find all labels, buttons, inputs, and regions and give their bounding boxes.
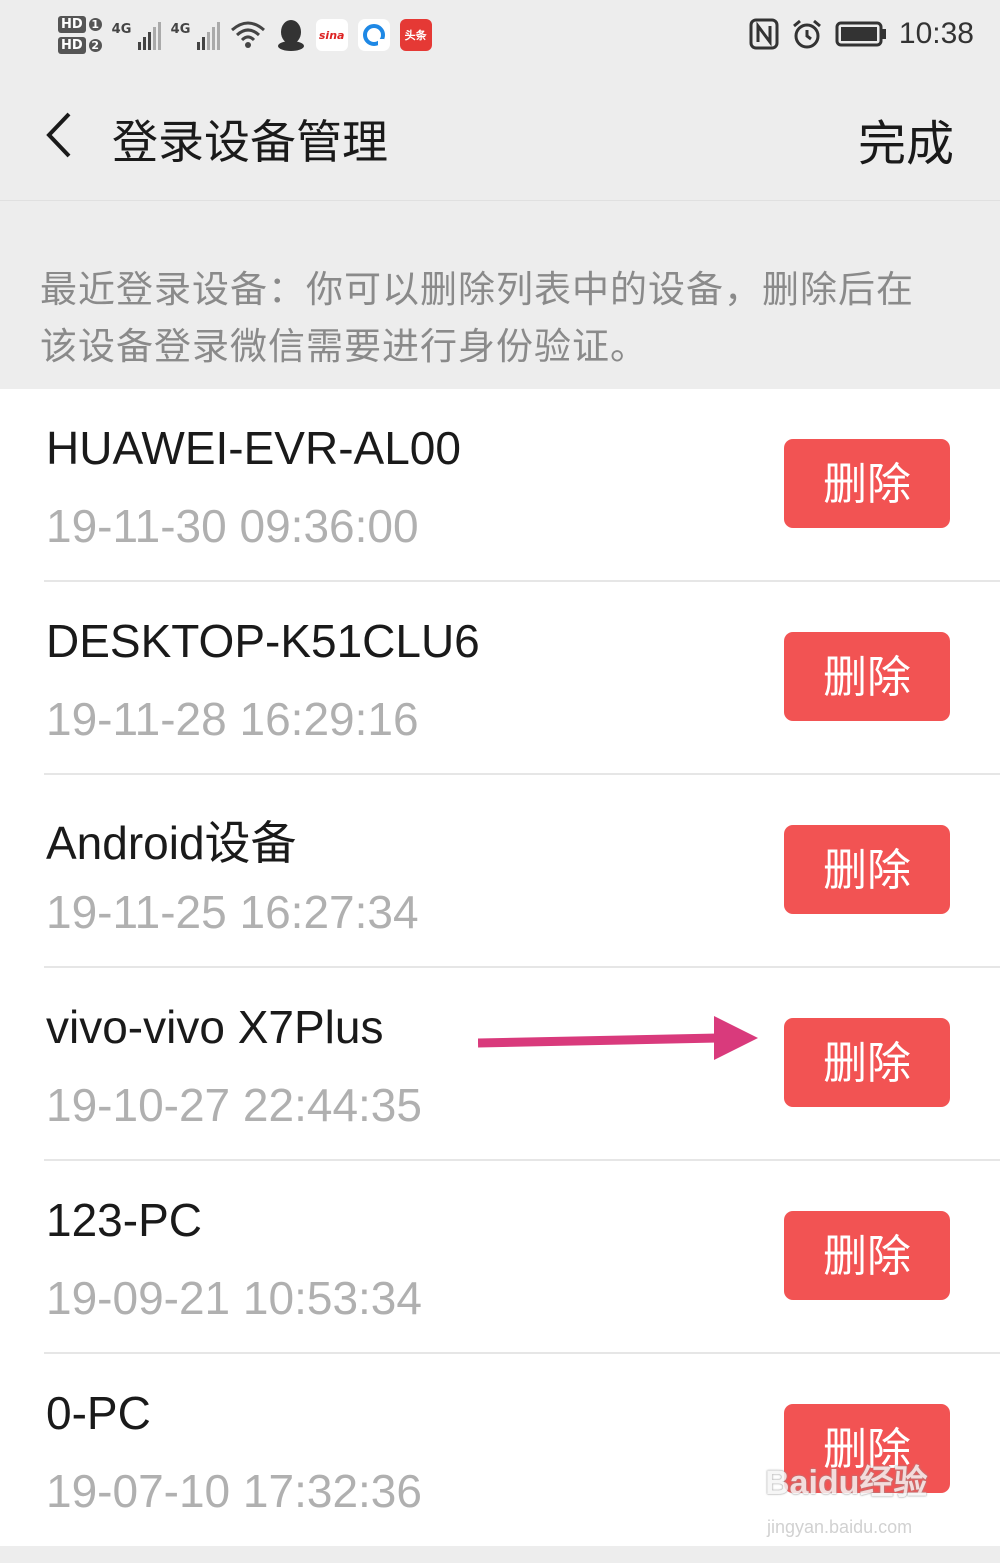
hd-badge: HD [58, 16, 86, 33]
device-name: 123-PC [46, 1194, 202, 1246]
delete-button[interactable]: 删除 [784, 825, 950, 914]
list-item: DESKTOP-K51CLU6 19-11-28 16:29:16 删除 [0, 582, 1000, 775]
wifi-icon [230, 21, 265, 48]
signal-icon-1: 4G [112, 20, 161, 50]
list-item: vivo-vivo X7Plus 19-10-27 22:44:35 删除 [0, 968, 1000, 1161]
sim-index: 1 [88, 18, 102, 31]
info-section: 最近登录设备：你可以删除列表中的设备，删除后在该设备登录微信需要进行身份验证。 [0, 200, 1000, 390]
login-time: 19-07-10 17:32:36 [46, 1465, 422, 1517]
delete-button[interactable]: 删除 [784, 439, 950, 528]
watermark-url: jingyan.baidu.com [767, 1517, 913, 1537]
login-time: 19-11-28 16:29:16 [46, 693, 419, 745]
sim1-indicator: HD 1 [58, 16, 102, 33]
hd-badge: HD [58, 37, 86, 54]
annotation-arrow-icon [478, 1016, 758, 1060]
login-time: 19-11-25 16:27:34 [46, 886, 419, 938]
login-time: 19-10-27 22:44:35 [46, 1079, 422, 1131]
sina-label: sina [318, 28, 345, 42]
delete-button[interactable]: 删除 [784, 632, 950, 721]
watermark-brand: Baidu经验 [765, 1464, 928, 1502]
device-name: Android设备 [46, 817, 297, 869]
list-item: HUAWEI-EVR-AL00 19-11-30 09:36:00 删除 [0, 389, 1000, 582]
signal-icon-2: 4G [171, 20, 220, 50]
bottom-strip [0, 1546, 1000, 1563]
login-time: 19-11-30 09:36:00 [46, 500, 419, 552]
network-type: 4G [111, 22, 132, 37]
clock: 10:38 [898, 17, 974, 50]
nav-header: 登录设备管理 完成 [0, 70, 1000, 200]
alarm-icon [792, 19, 821, 49]
login-time: 19-09-21 10:53:34 [46, 1272, 422, 1324]
back-button[interactable] [28, 105, 88, 165]
battery-icon [835, 21, 886, 47]
sim2-indicator: HD 2 [58, 37, 102, 54]
device-name: HUAWEI-EVR-AL00 [46, 422, 461, 474]
browser-icon [357, 19, 390, 51]
device-name: DESKTOP-K51CLU6 [46, 615, 480, 667]
status-left: HD 1 HD 2 4G 4G sina 头条 [58, 10, 432, 60]
status-bar: HD 1 HD 2 4G 4G sina 头条 10:38 [0, 0, 1000, 70]
chevron-left-icon [46, 112, 71, 158]
status-right: 10:38 [749, 14, 974, 54]
list-item: Android设备 19-11-25 16:27:34 删除 [0, 775, 1000, 968]
list-item: 123-PC 19-09-21 10:53:34 删除 [0, 1161, 1000, 1354]
device-list: HUAWEI-EVR-AL00 19-11-30 09:36:00 删除 DES… [0, 389, 1000, 1546]
toutiao-icon: 头条 [399, 19, 432, 51]
network-type: 4G [170, 22, 191, 37]
info-text: 最近登录设备：你可以删除列表中的设备，删除后在该设备登录微信需要进行身份验证。 [40, 268, 914, 368]
nfc-icon [749, 18, 779, 50]
qq-icon [277, 20, 304, 51]
sim-indicators: HD 1 HD 2 [58, 16, 102, 54]
delete-button[interactable]: 删除 [784, 1211, 950, 1300]
toutiao-label: 头条 [404, 29, 427, 42]
sina-icon: sina [315, 19, 348, 51]
sim-index: 2 [88, 39, 102, 52]
delete-button[interactable]: 删除 [784, 1018, 950, 1107]
device-name: 0-PC [46, 1387, 151, 1439]
device-name: vivo-vivo X7Plus [46, 1001, 384, 1053]
page-title: 登录设备管理 [112, 115, 388, 169]
done-button[interactable]: 完成 [858, 104, 954, 174]
baidu-watermark: Baidu经验 jingyan.baidu.com [765, 1455, 955, 1545]
